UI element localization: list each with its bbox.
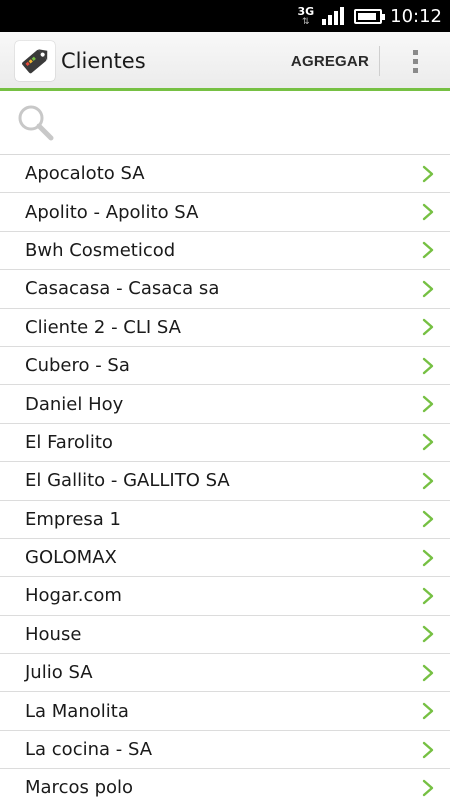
chevron-right-icon [422,664,434,682]
client-name: Casacasa - Casaca sa [25,278,220,300]
client-name: House [25,623,82,645]
chevron-right-icon [422,165,434,183]
action-bar: Clientes AGREGAR [0,32,450,90]
status-bar: 3G ⇅ 10:12 [0,0,450,32]
chevron-right-icon [422,203,434,221]
chevron-right-icon [422,702,434,720]
client-name: Apocaloto SA [25,163,145,185]
chevron-right-icon [422,587,434,605]
client-list-item[interactable]: GOLOMAX [0,539,450,578]
chevron-right-icon [422,395,434,413]
battery-icon [354,8,386,24]
chevron-right-icon [422,241,434,259]
chevron-right-icon [422,779,434,797]
client-list-item[interactable]: Apolito - Apolito SA [0,193,450,232]
client-list: Apocaloto SA Apolito - Apolito SA Bwh Cosm… [0,155,450,800]
client-name: El Gallito - GALLITO SA [25,470,230,492]
client-list-item[interactable]: La cocina - SA [0,731,450,770]
page-title: Clientes [61,49,146,73]
search-bar[interactable] [0,91,450,155]
client-list-item[interactable]: Cliente 2 - CLI SA [0,309,450,347]
chevron-right-icon [422,625,434,643]
client-list-item[interactable]: Cubero - Sa [0,347,450,386]
search-icon [18,105,54,140]
network-type-label: 3G [297,4,315,18]
client-name: Marcos polo [25,777,134,799]
chevron-right-icon [422,549,434,567]
client-name: Daniel Hoy [25,393,124,415]
client-list-item[interactable]: La Manolita [0,692,450,731]
chevron-right-icon [422,357,434,375]
client-name: Bwh Cosmeticod [25,239,176,261]
client-list-item[interactable]: Bwh Cosmeticod [0,232,450,271]
chevron-right-icon [422,741,434,759]
client-list-item[interactable]: El Farolito [0,424,450,463]
client-name: Cubero - Sa [25,355,130,377]
client-name: Empresa 1 [25,508,121,530]
client-list-item[interactable]: Hogar.com [0,577,450,616]
client-list-item[interactable]: Empresa 1 [0,501,450,539]
chevron-right-icon [422,318,434,336]
client-name: Julio SA [25,662,93,684]
client-list-item[interactable]: House [0,616,450,655]
client-name: Hogar.com [25,585,122,607]
client-name: GOLOMAX [25,547,117,569]
chevron-right-icon [422,510,434,528]
client-name: El Farolito [25,431,113,453]
status-clock: 10:12 [390,5,442,27]
battery-fill [358,12,377,20]
client-list-item[interactable]: Julio SA [0,654,450,693]
client-name: Apolito - Apolito SA [25,201,199,223]
signal-strength-icon [320,7,345,25]
client-list-item[interactable]: Casacasa - Casaca sa [0,270,450,309]
client-list-item[interactable]: Apocaloto SA [0,155,450,194]
client-name: Cliente 2 - CLI SA [25,316,181,338]
overflow-menu-icon[interactable] [380,32,450,90]
chevron-right-icon [422,472,434,490]
app-tag-icon[interactable] [15,41,55,81]
client-list-item[interactable]: Marcos polo [0,769,450,800]
chevron-right-icon [422,433,434,451]
network-indicator: 3G ⇅ [297,6,314,27]
add-client-button[interactable]: AGREGAR [281,32,379,90]
client-list-item[interactable]: El Gallito - GALLITO SA [0,462,450,501]
client-list-item[interactable]: Daniel Hoy [0,385,450,424]
search-input[interactable] [66,112,426,133]
client-name: La cocina - SA [25,739,153,761]
client-name: La Manolita [25,700,129,722]
chevron-right-icon [422,280,434,298]
data-activity-icon: ⇅ [302,16,310,27]
